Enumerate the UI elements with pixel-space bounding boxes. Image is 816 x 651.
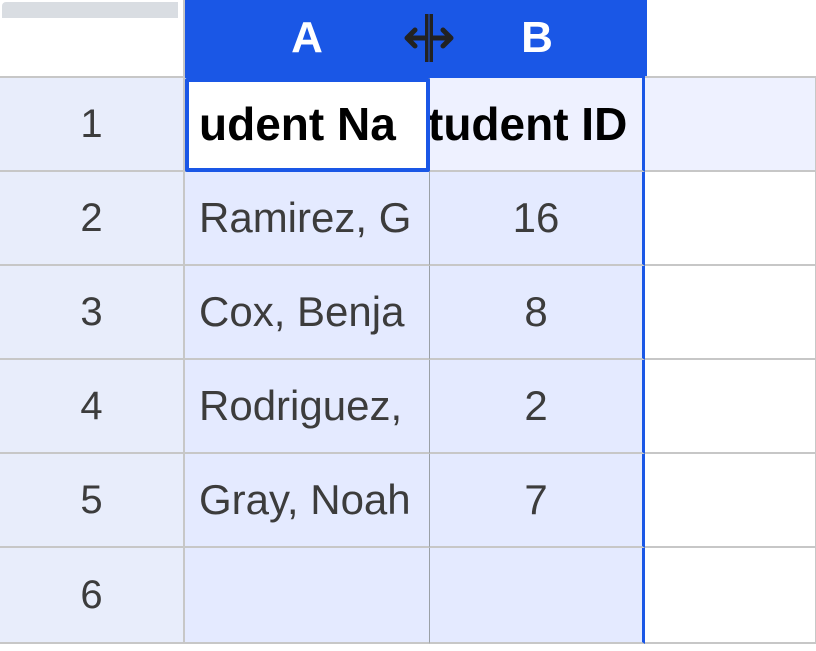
cell-B6[interactable] [430,548,645,644]
cell-A5[interactable]: Gray, Noah [185,454,430,548]
cell-value: Ramirez, G [199,194,411,242]
spreadsheet: A B 1 udent Na tudent ID 2 Ramirez, G [0,0,816,651]
cell-value: Rodriguez, [199,382,402,430]
table-row: 6 [0,548,816,644]
cell-A1[interactable]: udent Na [185,78,430,172]
row-number: 3 [80,290,102,335]
cell-A6[interactable] [185,548,430,644]
grid-body: 1 udent Na tudent ID 2 Ramirez, G 16 3 C… [0,78,816,644]
cell-blank[interactable] [645,78,816,172]
row-header-2[interactable]: 2 [0,172,185,266]
row-header-3[interactable]: 3 [0,266,185,360]
column-header-row: A B [0,0,816,78]
cell-value: 7 [524,476,547,524]
cell-value: 16 [513,194,560,242]
row-header-1[interactable]: 1 [0,78,185,172]
table-row: 3 Cox, Benja 8 [0,266,816,360]
cell-blank[interactable] [645,360,816,454]
cell-blank[interactable] [645,172,816,266]
row-header-4[interactable]: 4 [0,360,185,454]
cell-A3[interactable]: Cox, Benja [185,266,430,360]
cell-value: tudent ID [430,97,627,151]
column-separator [645,78,647,651]
column-header-label: B [521,13,553,63]
cell-B3[interactable]: 8 [430,266,645,360]
cell-B5[interactable]: 7 [430,454,645,548]
column-header-B[interactable]: B [430,0,645,78]
table-row: 5 Gray, Noah 7 [0,454,816,548]
cell-value: 2 [524,382,547,430]
row-header-6[interactable]: 6 [0,548,185,644]
cell-value: Cox, Benja [199,288,404,336]
cell-value: 8 [524,288,547,336]
column-header-label: A [291,13,323,63]
row-header-5[interactable]: 5 [0,454,185,548]
cell-B2[interactable]: 16 [430,172,645,266]
cell-B4[interactable]: 2 [430,360,645,454]
row-number: 6 [80,573,102,618]
row-number: 4 [80,384,102,429]
table-row: 1 udent Na tudent ID [0,78,816,172]
table-row: 4 Rodriguez, 2 [0,360,816,454]
table-row: 2 Ramirez, G 16 [0,172,816,266]
cell-value: udent Na [199,97,396,151]
cell-A4[interactable]: Rodriguez, [185,360,430,454]
cell-value: Gray, Noah [199,476,411,524]
column-header-A[interactable]: A [185,0,430,78]
column-header-blank[interactable] [645,0,816,78]
cell-blank[interactable] [645,266,816,360]
cell-blank[interactable] [645,454,816,548]
row-number: 5 [80,478,102,523]
cell-A2[interactable]: Ramirez, G [185,172,430,266]
row-number: 2 [80,196,102,241]
cell-B1[interactable]: tudent ID [430,78,645,172]
row-number: 1 [80,102,102,147]
cell-blank[interactable] [645,548,816,644]
select-all-corner[interactable] [0,0,185,78]
